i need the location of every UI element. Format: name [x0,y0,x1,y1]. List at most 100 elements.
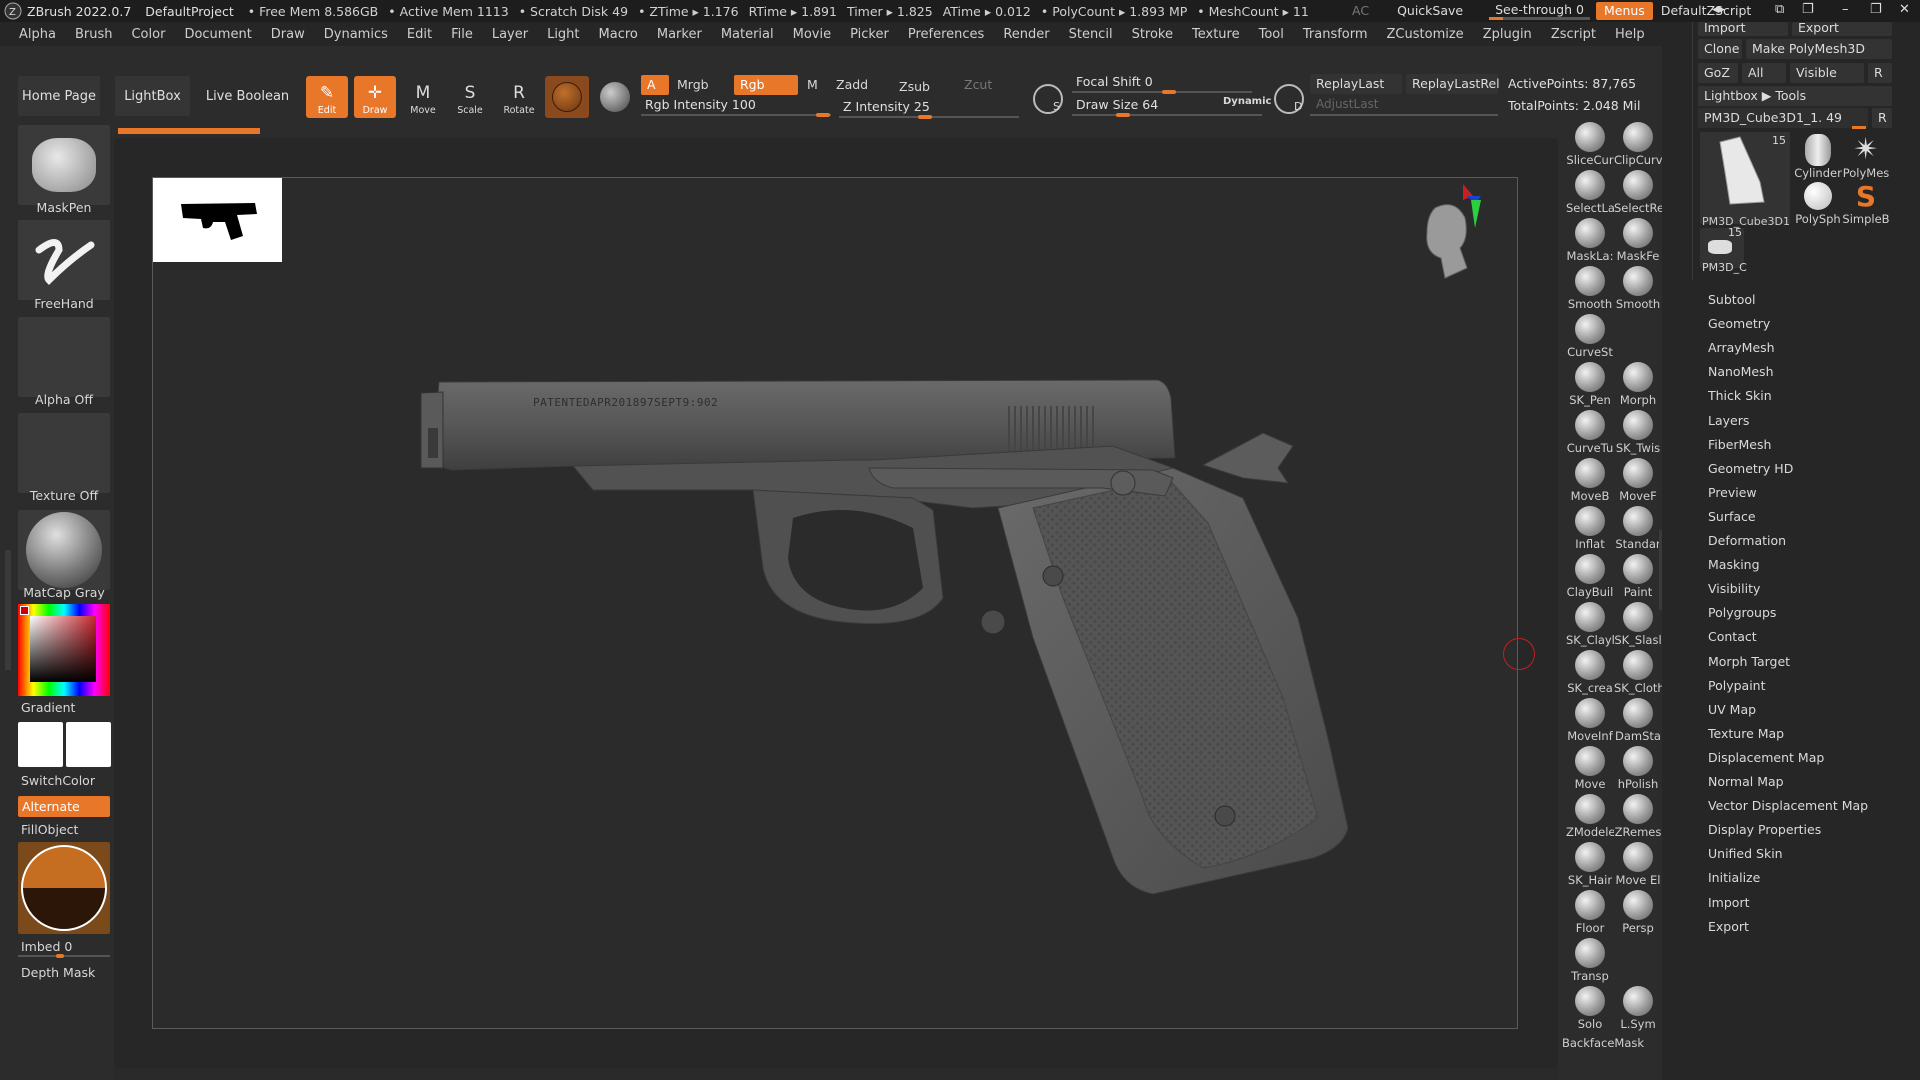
focal-shift-knob[interactable] [1162,90,1176,94]
brush-curvetu[interactable]: CurveTu [1566,410,1614,455]
menu-macro[interactable]: Macro [599,27,638,42]
tool-menu-fibermesh[interactable]: FiberMesh [1708,437,1771,452]
menu-help[interactable]: Help [1615,27,1645,42]
menu-zcustomize[interactable]: ZCustomize [1387,27,1464,42]
menu-material[interactable]: Material [721,27,774,42]
brush-sk-twis[interactable]: SK_Twis [1614,410,1662,455]
menu-brush[interactable]: Brush [75,27,113,42]
tool-menu-layers[interactable]: Layers [1708,413,1749,428]
zsub-toggle[interactable]: Zsub [893,77,951,97]
zadd-toggle[interactable]: Zadd [830,75,888,95]
menus-button[interactable]: Menus [1595,2,1653,20]
menu-document[interactable]: Document [184,27,251,42]
rotate-tool-button[interactable]: R Rotate [498,76,540,118]
brush-moveinf[interactable]: MoveInf [1566,698,1614,743]
menu-preferences[interactable]: Preferences [908,27,984,42]
tool-menu-deformation[interactable]: Deformation [1708,533,1786,548]
default-zscript-button[interactable]: DefaultZScript [1653,2,1760,20]
tool-menu-vector-displacement-map[interactable]: Vector Displacement Map [1708,798,1868,813]
alternate-toggle[interactable]: Alternate [18,796,110,817]
brush-selectla[interactable]: SelectLa [1566,170,1614,215]
texture-thumb[interactable] [18,413,110,493]
secondary-color-swatch[interactable] [66,722,111,767]
menu-dynamics[interactable]: Dynamics [324,27,388,42]
color-sphere-icon[interactable] [600,82,630,112]
brush-hpolish[interactable]: hPolish [1614,746,1662,791]
menu-light[interactable]: Light [547,27,579,42]
window-float-icon[interactable]: ❐ [1802,2,1814,17]
menu-color[interactable]: Color [131,27,165,42]
mrgb-toggle[interactable]: Mrgb [671,75,731,95]
tool-menu-normal-map[interactable]: Normal Map [1708,774,1784,789]
brush-transp[interactable]: Transp [1566,938,1614,983]
brush-morph[interactable]: Morph [1614,362,1662,407]
replay-last-rel-button[interactable]: ReplayLastRel [1406,74,1500,94]
tool-menu-polypaint[interactable]: Polypaint [1708,678,1766,693]
draw-size-knob[interactable] [1116,113,1130,117]
tool-menu-polygroups[interactable]: Polygroups [1708,605,1776,620]
brush-moveb[interactable]: MoveB [1566,458,1614,503]
rgb-intensity-slider[interactable] [641,114,831,116]
tool-menu-arraymesh[interactable]: ArrayMesh [1708,340,1775,355]
adjust-last-slider[interactable] [1310,114,1498,116]
imbed-knob[interactable] [56,954,64,958]
dynamic-toggle[interactable]: Dynamic [1223,96,1271,107]
gradient-label[interactable]: Gradient [21,700,75,715]
brush-sk-pen[interactable]: SK_Pen [1566,362,1614,407]
quicksave-button[interactable]: QuickSave [1389,2,1471,20]
clone-button[interactable]: Clone [1698,39,1742,59]
brush-sk-clayl[interactable]: SK_Clayl [1566,602,1614,647]
brush-slicecur[interactable]: SliceCur [1566,122,1614,167]
menu-draw[interactable]: Draw [271,27,305,42]
menu-tool[interactable]: Tool [1259,27,1284,42]
brush-clipcurv[interactable]: ClipCurv [1614,122,1662,167]
brush-sk-hair[interactable]: SK_Hair [1566,842,1614,887]
backface-mask-button[interactable]: BackfaceMask [1562,1036,1672,1050]
ac-button[interactable]: AC [1344,2,1377,20]
tool-menu-export[interactable]: Export [1708,919,1749,934]
menu-stroke[interactable]: Stroke [1132,27,1173,42]
tool-menu-import[interactable]: Import [1708,895,1750,910]
project-name[interactable]: DefaultProject [145,4,233,19]
live-boolean-button[interactable]: Live Boolean [205,76,290,116]
r-button[interactable]: R [1868,63,1892,83]
tool-menu-visibility[interactable]: Visibility [1708,581,1760,596]
imbed-slider[interactable] [18,955,110,957]
brush-zmodele[interactable]: ZModele [1566,794,1614,839]
brush-solo[interactable]: Solo [1566,986,1614,1031]
freehand-stroke-thumb[interactable] [18,220,110,300]
menu-edit[interactable]: Edit [407,27,432,42]
menu-picker[interactable]: Picker [850,27,889,42]
tool-menu-masking[interactable]: Masking [1708,557,1760,572]
brush-zremes[interactable]: ZRemes [1614,794,1662,839]
edit-tool-button[interactable]: ✎ Edit [306,76,348,118]
color-wheel-swatch[interactable] [18,842,110,934]
tool-menu-surface[interactable]: Surface [1708,509,1756,524]
alpha-thumb[interactable] [18,317,110,397]
minimize-icon[interactable]: – [1842,2,1849,17]
menu-texture[interactable]: Texture [1192,27,1240,42]
menu-layer[interactable]: Layer [492,27,528,42]
rgb-intensity-knob[interactable] [816,113,830,117]
replay-last-button[interactable]: ReplayLast [1310,74,1402,94]
brush-standar[interactable]: Standar [1614,506,1662,551]
zcut-toggle[interactable]: Zcut [958,75,998,95]
menu-alpha[interactable]: Alpha [19,27,56,42]
import-top-button[interactable]: Import [1698,21,1788,36]
menu-file[interactable]: File [451,27,473,42]
current-tool-thumb[interactable]: 15 PM3D_Cube3D1 [1700,132,1790,228]
brush-maskfe[interactable]: MaskFe [1614,218,1662,263]
draw-size-slider[interactable] [1072,114,1262,116]
all-button[interactable]: All [1742,63,1786,83]
tool-menu-unified-skin[interactable]: Unified Skin [1708,846,1783,861]
close-icon[interactable]: ✕ [1899,2,1910,17]
navigation-preview[interactable] [153,178,282,262]
layout-arrows-icon[interactable]: ◂▸ [1712,2,1725,17]
tool-menu-nanomesh[interactable]: NanoMesh [1708,364,1774,379]
menu-zscript[interactable]: Zscript [1551,27,1596,42]
switchcolor-button[interactable]: SwitchColor [21,773,95,788]
make-polymesh-button[interactable]: Make PolyMesh3D [1746,39,1892,59]
tool-menu-thick-skin[interactable]: Thick Skin [1708,388,1772,403]
simplebrush-tool[interactable]: S SimpleB [1842,182,1890,226]
brush-sk-cloth[interactable]: SK_Cloth [1614,650,1662,695]
